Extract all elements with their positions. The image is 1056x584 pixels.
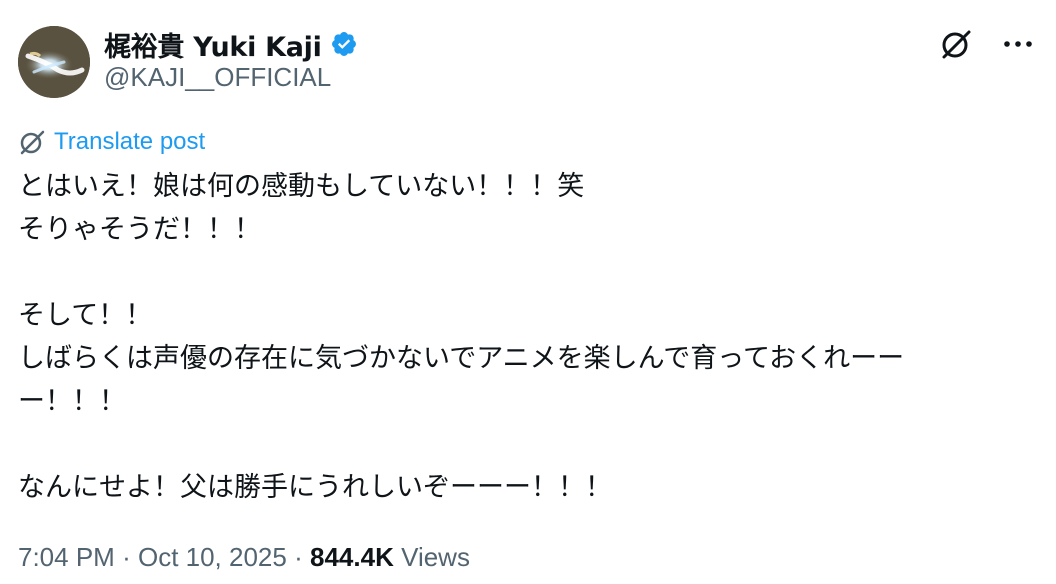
meta-separator: · [122,542,131,572]
translate-post-label[interactable]: Translate post [54,128,205,156]
post-text-line: とはいえ！娘は何の感動もしていない！！！笑 [18,171,585,202]
grok-button[interactable] [936,24,976,64]
grok-icon [942,30,971,59]
author-name-row[interactable]: 梶裕貴 Yuki Kaji [104,25,358,64]
post-text-line: しばらくは声優の存在に気づかないでアニメを楽しんで育っておくれーー [18,343,905,374]
translate-post-link[interactable]: Translate post [18,128,205,156]
avatar[interactable] [18,26,90,98]
post-text-blank-line [18,423,1038,466]
post-meta: 7:04 PM · Oct 10, 2025 · 844.4K Views [18,542,470,573]
display-name[interactable]: 梶裕貴 Yuki Kaji [104,25,322,64]
post-actions-top [936,24,1038,64]
post-text-line: そりゃそうだ！！！ [18,214,261,245]
post-text: とはいえ！娘は何の感動もしていない！！！笑 そりゃそうだ！！！ そして！！ しば… [18,165,1038,509]
more-options-icon [1004,41,1032,47]
views-label[interactable]: Views [401,542,470,572]
post-date[interactable]: Oct 10, 2025 [138,542,287,572]
verified-badge-icon [331,32,356,56]
post-time[interactable]: 7:04 PM [18,542,115,572]
more-button[interactable] [998,24,1038,64]
views-count[interactable]: 844.4K [310,542,394,572]
post-text-line: ー！！！ [18,386,126,417]
post-text-line: なんにせよ！父は勝手にうれしいぞーーー！！！ [18,472,612,503]
avatar-image [18,26,90,98]
post-text-line: そして！！ [18,300,153,331]
author-handle[interactable]: @KAJI__OFFICIAL [104,62,331,93]
post-text-blank-line [18,251,1038,294]
grok-icon [20,130,45,155]
meta-separator: · [294,542,303,572]
